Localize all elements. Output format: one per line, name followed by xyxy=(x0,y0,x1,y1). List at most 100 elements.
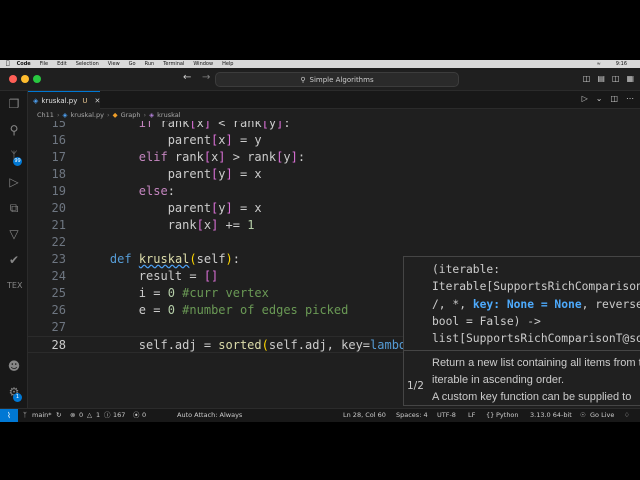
more-actions-icon[interactable]: ⋯ xyxy=(626,94,634,103)
code-line: 20 parent[y] = x xyxy=(28,200,640,217)
notifications-bell-icon[interactable]: ♢ xyxy=(624,409,630,422)
menu-edit[interactable]: Edit xyxy=(57,60,67,68)
chevron-right-icon: › xyxy=(106,111,110,119)
back-arrow-icon[interactable]: ← xyxy=(183,72,191,83)
line-number: 19 xyxy=(51,184,66,198)
python-file-icon: ◈ xyxy=(33,96,39,105)
warning-count[interactable]: 1 xyxy=(96,409,100,422)
tex-icon[interactable]: TEX xyxy=(7,279,22,293)
signature-suffix: , reverse: xyxy=(581,297,640,311)
class-symbol-icon: ◆ xyxy=(112,111,118,119)
tab-kruskal-py[interactable]: ◈ kruskal.py U ✕ xyxy=(28,91,100,109)
sync-icon[interactable]: ↻ xyxy=(56,409,61,422)
go-live-button[interactable]: Go Live xyxy=(590,409,614,422)
signature-text: (iterable: Iterable[SupportsRichComparis… xyxy=(432,261,640,347)
signature-prefix: /, *, xyxy=(432,297,473,311)
error-count[interactable]: 0 xyxy=(79,409,83,422)
split-editor-icon[interactable]: ◫ xyxy=(610,94,618,103)
testing-flask-icon[interactable]: ▽ xyxy=(7,227,21,241)
status-bar: ⌇ ᛉ main* ↻ ⊗ 0 △ 1 ⓘ 167 ⦿ 0 Auto Attac… xyxy=(0,408,640,422)
menu-clock[interactable]: 9:16 xyxy=(616,60,627,68)
hint-divider xyxy=(404,350,640,351)
menu-terminal[interactable]: Terminal xyxy=(163,60,184,68)
code-text: rank[x] += 1 xyxy=(81,218,255,232)
untracked-marker: U xyxy=(82,96,88,105)
menu-view[interactable]: View xyxy=(108,60,120,68)
menu-window[interactable]: Window xyxy=(193,60,213,68)
menu-run[interactable]: Run xyxy=(145,60,155,68)
overload-counter[interactable]: 1/2 xyxy=(407,380,424,392)
maximize-window-icon[interactable] xyxy=(33,75,41,83)
auto-attach[interactable]: Auto Attach: Always xyxy=(177,409,242,422)
menu-file[interactable]: File xyxy=(40,60,48,68)
run-debug-icon[interactable]: ▷ xyxy=(7,175,21,189)
apple-icon[interactable]:  xyxy=(6,60,10,68)
hint-doc-more: A custom key function can be supplied to xyxy=(432,391,632,403)
ports-icon: ⦿ xyxy=(133,411,140,419)
indentation[interactable]: Spaces: 4 xyxy=(396,409,428,422)
search-icon: ⚲ xyxy=(300,75,306,84)
title-bar: ← → ⚲ Simple Algorithms ◫ ▤ ◫ ▦ xyxy=(0,68,640,91)
code-text: parent[y] = x xyxy=(81,167,262,181)
account-icon[interactable]: ☻ xyxy=(7,359,21,373)
error-icon: ⊗ xyxy=(70,411,76,419)
wifi-icon[interactable]: ≈ xyxy=(597,60,601,68)
info-count[interactable]: 167 xyxy=(113,409,125,422)
forward-arrow-icon[interactable]: → xyxy=(202,72,210,83)
encoding[interactable]: UTF-8 xyxy=(437,409,456,422)
git-branch[interactable]: main* xyxy=(32,409,52,422)
line-endings[interactable]: LF xyxy=(468,409,475,422)
parameter-hints-widget[interactable]: (iterable: Iterable[SupportsRichComparis… xyxy=(403,256,640,406)
search-sidebar-icon[interactable]: ⚲ xyxy=(7,123,21,137)
code-text: e = 0 #number of edges picked xyxy=(81,303,349,317)
line-number: 15 xyxy=(51,121,66,130)
braces-icon: {} xyxy=(486,411,495,419)
explorer-icon[interactable]: ❐ xyxy=(7,97,21,111)
customize-layout-icon[interactable]: ▦ xyxy=(626,74,634,83)
menu-app-name[interactable]: Code xyxy=(17,60,31,68)
breadcrumb-class[interactable]: Graph xyxy=(121,111,141,119)
code-text: parent[y] = x xyxy=(81,201,262,215)
line-number: 20 xyxy=(51,201,66,215)
close-window-icon[interactable] xyxy=(9,75,17,83)
menu-go[interactable]: Go xyxy=(129,60,136,68)
line-number: 28 xyxy=(51,338,66,352)
menu-selection[interactable]: Selection xyxy=(76,60,99,68)
menu-help[interactable]: Help xyxy=(222,60,233,68)
breadcrumb-file[interactable]: kruskal.py xyxy=(71,111,104,119)
layout-controls: ◫ ▤ ◫ ▦ xyxy=(583,74,634,83)
check-circle-icon[interactable]: ✔ xyxy=(7,253,21,267)
code-text: result = [] xyxy=(81,269,219,283)
code-editor[interactable]: 15 if rank[x] < rank[y]: 16 parent[x] = … xyxy=(28,121,640,408)
ports-count[interactable]: 0 xyxy=(142,409,146,422)
active-parameter: key: None = None xyxy=(472,297,582,311)
language-mode[interactable]: Python xyxy=(496,409,519,422)
cursor-position[interactable]: Ln 28, Col 60 xyxy=(343,409,386,422)
remote-indicator-icon[interactable]: ⌇ xyxy=(0,409,18,422)
code-line: 17 elif rank[x] > rank[y]: xyxy=(28,149,640,166)
editor-tabs: ◈ kruskal.py U ✕ ▷ ⌄ ◫ ⋯ xyxy=(28,91,640,109)
toggle-secondary-sidebar-icon[interactable]: ◫ xyxy=(612,74,620,83)
toggle-primary-sidebar-icon[interactable]: ◫ xyxy=(583,74,591,83)
run-dropdown-icon[interactable]: ⌄ xyxy=(596,94,603,103)
info-icon: ⓘ xyxy=(104,411,111,419)
toggle-panel-icon[interactable]: ▤ xyxy=(597,74,605,83)
vscode-window:  Code File Edit Selection View Go Run T… xyxy=(0,60,640,422)
signature-line: (iterable: xyxy=(432,263,501,276)
code-text: elif rank[x] > rank[y]: xyxy=(138,150,306,164)
code-line: 21 rank[x] += 1 xyxy=(28,217,640,234)
breadcrumb: Ch11 › ◈ kruskal.py › ◆ Graph › ◈ kruska… xyxy=(28,109,640,121)
python-interpreter[interactable]: 3.13.0 64-bit xyxy=(530,409,572,422)
line-number: 25 xyxy=(51,286,66,300)
breadcrumb-folder[interactable]: Ch11 xyxy=(37,111,54,119)
signature-line: Iterable[SupportsRichComparisonT@ xyxy=(432,280,640,294)
line-number: 23 xyxy=(51,252,66,266)
extensions-icon[interactable]: ⧉ xyxy=(7,201,21,215)
command-center-search[interactable]: ⚲ Simple Algorithms xyxy=(215,72,459,87)
close-tab-icon[interactable]: ✕ xyxy=(95,97,101,105)
tab-label: kruskal.py xyxy=(41,96,78,105)
minimize-window-icon[interactable] xyxy=(21,75,29,83)
run-python-file-icon[interactable]: ▷ xyxy=(582,94,588,103)
method-symbol-icon: ◈ xyxy=(149,111,155,119)
breadcrumb-method[interactable]: kruskal xyxy=(157,111,180,119)
